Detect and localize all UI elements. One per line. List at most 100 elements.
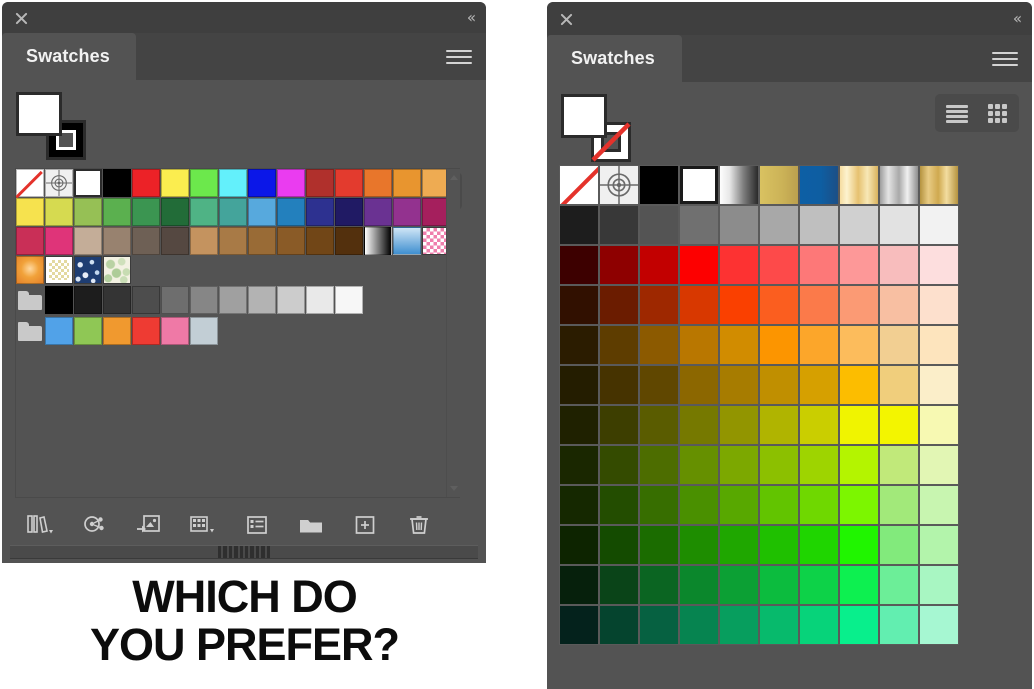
swatch-color[interactable] bbox=[719, 405, 759, 445]
swatch-color[interactable] bbox=[132, 317, 160, 345]
swatch-color[interactable] bbox=[559, 365, 599, 405]
swatch-color[interactable] bbox=[679, 485, 719, 525]
swatch-color[interactable] bbox=[16, 198, 44, 226]
swatch-color[interactable] bbox=[879, 565, 919, 605]
swatch-color[interactable] bbox=[839, 205, 879, 245]
swatch-color[interactable] bbox=[719, 445, 759, 485]
swatch-color[interactable] bbox=[759, 325, 799, 365]
swatch-color[interactable] bbox=[719, 525, 759, 565]
swatch-gradient[interactable] bbox=[719, 165, 759, 205]
swatch-color[interactable] bbox=[190, 198, 218, 226]
fill-swatch[interactable] bbox=[561, 94, 607, 138]
swatch-color[interactable] bbox=[599, 245, 639, 285]
swatch-color[interactable] bbox=[919, 205, 959, 245]
swatch-color[interactable] bbox=[759, 405, 799, 445]
swatch-color[interactable] bbox=[599, 205, 639, 245]
swatch-color[interactable] bbox=[799, 325, 839, 365]
swatch-none[interactable] bbox=[16, 169, 44, 197]
swatch-color[interactable] bbox=[599, 285, 639, 325]
swatch-color[interactable] bbox=[190, 286, 218, 314]
swatch-color[interactable] bbox=[919, 445, 959, 485]
swatch-color[interactable] bbox=[132, 227, 160, 255]
swatch-color[interactable] bbox=[306, 227, 334, 255]
swatch-color[interactable] bbox=[599, 485, 639, 525]
swatch-color[interactable] bbox=[919, 365, 959, 405]
swatch-color[interactable] bbox=[919, 285, 959, 325]
swatch-gradient[interactable] bbox=[879, 165, 919, 205]
swatch-color[interactable] bbox=[719, 325, 759, 365]
swatch-color[interactable] bbox=[335, 198, 363, 226]
list-view-button[interactable] bbox=[938, 97, 976, 129]
swatch-color[interactable] bbox=[364, 169, 392, 197]
swatch-color[interactable] bbox=[839, 405, 879, 445]
swatch-color[interactable] bbox=[45, 286, 73, 314]
swatch-color[interactable] bbox=[639, 605, 679, 645]
new-swatch-button[interactable] bbox=[338, 507, 392, 543]
swatch-color[interactable] bbox=[679, 285, 719, 325]
swatch-grid-right[interactable] bbox=[559, 165, 959, 645]
panel-menu-hamburger-icon[interactable] bbox=[446, 49, 472, 65]
swatch-color[interactable] bbox=[599, 365, 639, 405]
swatch-gradient[interactable] bbox=[16, 256, 44, 284]
swatch-color[interactable] bbox=[759, 285, 799, 325]
swatch-color[interactable] bbox=[599, 405, 639, 445]
swatch-color[interactable] bbox=[132, 286, 160, 314]
swatch-color[interactable] bbox=[639, 365, 679, 405]
swatch-color[interactable] bbox=[879, 525, 919, 565]
swatch-registration[interactable] bbox=[599, 165, 639, 205]
fill-stroke-indicator-left[interactable] bbox=[16, 92, 88, 162]
close-icon[interactable] bbox=[559, 11, 574, 26]
swatch-color[interactable] bbox=[679, 525, 719, 565]
swatch-color[interactable] bbox=[219, 227, 247, 255]
swatch-gradient[interactable] bbox=[919, 165, 959, 205]
swatch-color[interactable] bbox=[839, 365, 879, 405]
swatch-color[interactable] bbox=[161, 317, 189, 345]
swatch-color[interactable] bbox=[879, 445, 919, 485]
swatch-color[interactable] bbox=[719, 485, 759, 525]
swatch-color[interactable] bbox=[879, 485, 919, 525]
swatch-color[interactable] bbox=[559, 325, 599, 365]
color-group-folder-icon[interactable] bbox=[16, 317, 44, 345]
swatch-color[interactable] bbox=[799, 205, 839, 245]
swatch-color[interactable] bbox=[248, 227, 276, 255]
swatch-color[interactable] bbox=[919, 525, 959, 565]
swatch-color[interactable] bbox=[639, 565, 679, 605]
swatch-color[interactable] bbox=[161, 227, 189, 255]
delete-swatch-button[interactable] bbox=[392, 507, 446, 543]
swatch-color[interactable] bbox=[277, 227, 305, 255]
swatch-color[interactable] bbox=[719, 205, 759, 245]
swatch-libraries-menu-button[interactable] bbox=[14, 507, 68, 543]
swatch-color[interactable] bbox=[839, 245, 879, 285]
swatch-color[interactable] bbox=[639, 445, 679, 485]
swatch-color[interactable] bbox=[45, 227, 73, 255]
swatch-color[interactable] bbox=[190, 227, 218, 255]
scroll-up-arrow-icon[interactable] bbox=[450, 174, 458, 180]
swatch-color[interactable] bbox=[719, 245, 759, 285]
swatch-color[interactable] bbox=[639, 205, 679, 245]
swatch-color[interactable] bbox=[248, 169, 276, 197]
collapse-double-chevron-icon[interactable]: « bbox=[1013, 11, 1022, 26]
swatch-color[interactable] bbox=[277, 286, 305, 314]
swatch-color[interactable] bbox=[879, 245, 919, 285]
swatch-color[interactable] bbox=[799, 525, 839, 565]
swatch-gradient[interactable] bbox=[393, 227, 421, 255]
panel-resize-grip[interactable] bbox=[10, 545, 478, 559]
swatch-color[interactable] bbox=[879, 365, 919, 405]
swatch-color[interactable] bbox=[799, 565, 839, 605]
swatch-color[interactable] bbox=[559, 525, 599, 565]
swatch-color[interactable] bbox=[335, 169, 363, 197]
tab-swatches[interactable]: Swatches bbox=[547, 35, 682, 82]
swatch-color[interactable] bbox=[599, 565, 639, 605]
swatch-color[interactable] bbox=[879, 325, 919, 365]
swatch-gradient[interactable] bbox=[364, 227, 392, 255]
scroll-down-arrow-icon[interactable] bbox=[450, 486, 458, 492]
swatch-color[interactable] bbox=[190, 169, 218, 197]
swatch-color[interactable] bbox=[559, 485, 599, 525]
swatch-color[interactable] bbox=[219, 198, 247, 226]
swatch-gradient[interactable] bbox=[759, 165, 799, 205]
swatch-color[interactable] bbox=[639, 325, 679, 365]
swatch-color[interactable] bbox=[277, 169, 305, 197]
color-group-folder-icon[interactable] bbox=[16, 286, 44, 314]
swatch-color[interactable] bbox=[919, 605, 959, 645]
swatch-color[interactable] bbox=[679, 205, 719, 245]
